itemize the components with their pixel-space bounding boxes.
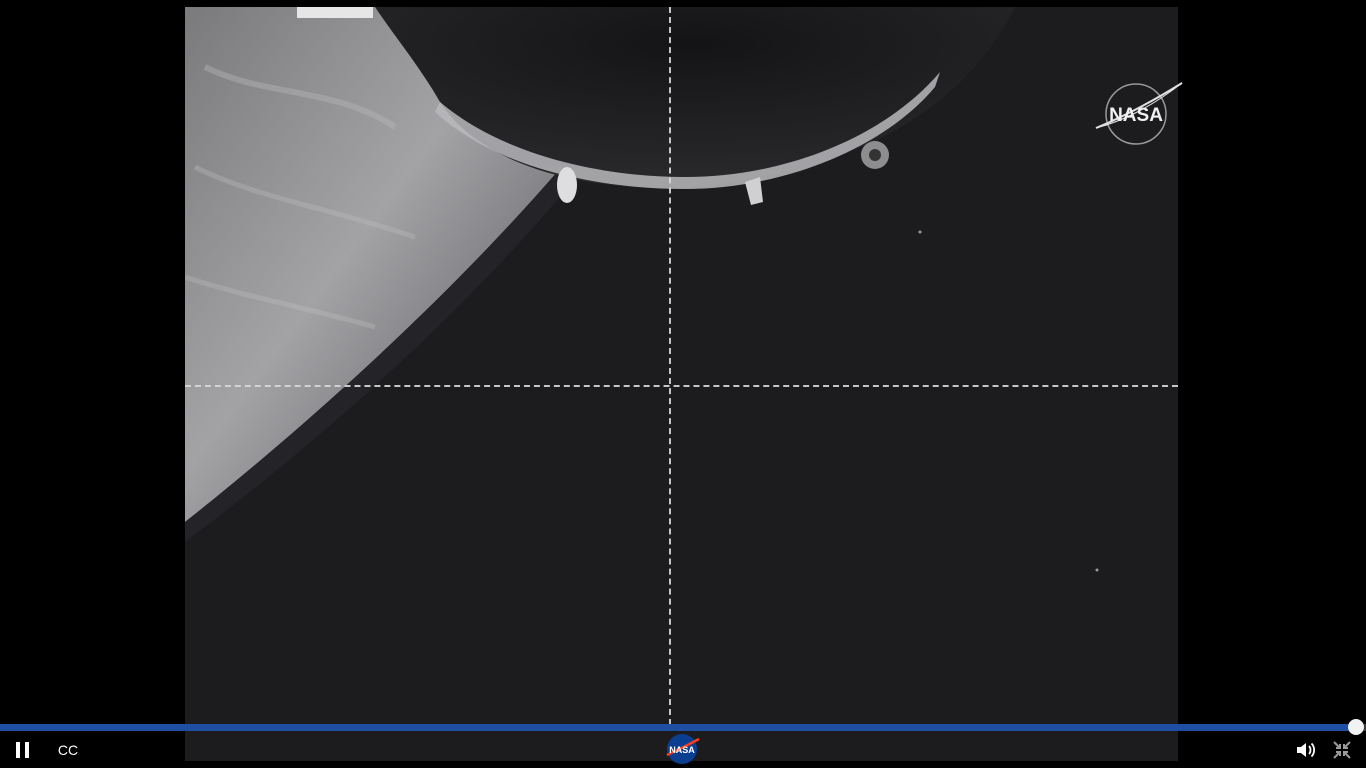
watermark-text: NASA [1109,105,1163,126]
pause-icon [16,742,29,758]
exit-fullscreen-icon [1333,741,1351,759]
progress-fill [0,724,1356,731]
crosshair-vertical [669,7,671,725]
progress-bar[interactable] [0,719,1366,735]
nasa-logo[interactable]: NASA [662,732,702,766]
video-frame[interactable] [185,7,1178,761]
nasa-logo-icon: NASA [666,734,700,764]
nasa-watermark-logo: NASA [1095,82,1183,145]
volume-button[interactable] [1292,736,1320,764]
cc-label: CC [57,742,79,758]
video-top-strip [297,7,373,18]
closed-captions-button[interactable]: CC [52,736,84,764]
exit-fullscreen-button[interactable] [1328,736,1356,764]
pause-button[interactable] [8,736,38,764]
volume-icon [1297,742,1316,758]
crosshair-horizontal [185,385,1178,387]
player-control-bar: CC NASA [0,719,1366,768]
video-scene [185,7,1099,572]
logo-text: NASA [669,745,695,755]
progress-handle[interactable] [1348,719,1364,735]
